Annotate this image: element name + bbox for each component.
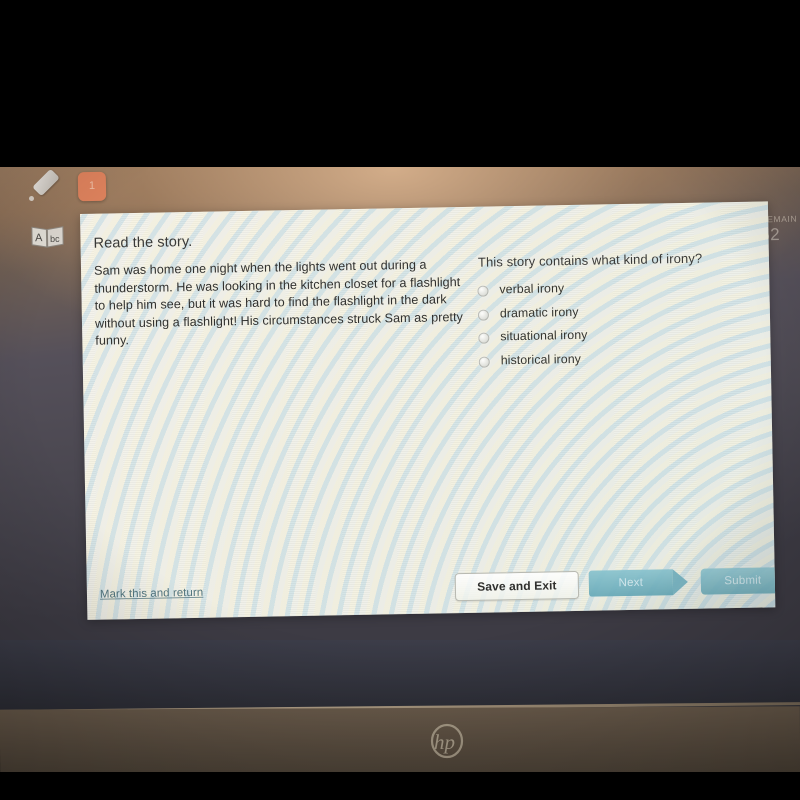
svg-text:hp: hp <box>434 730 455 754</box>
submit-button[interactable]: Submit <box>700 567 776 595</box>
question-number-badge[interactable]: 1 <box>77 171 107 202</box>
highlighter-tip-icon <box>28 195 35 202</box>
letterbox-top <box>0 0 800 167</box>
story-passage: Sam was home one night when the lights w… <box>93 257 464 349</box>
dictionary-book-icon[interactable]: A bc <box>31 223 64 249</box>
question-card: Read the story. Sam was home one night w… <box>80 201 776 620</box>
answer-option-label: situational irony <box>500 327 588 344</box>
next-button[interactable]: Next <box>588 569 674 597</box>
answer-options-group: verbal irony dramatic irony situational … <box>477 277 759 376</box>
svg-text:A: A <box>35 232 43 244</box>
radio-button-icon[interactable] <box>477 285 489 297</box>
radio-button-icon[interactable] <box>478 356 490 368</box>
radio-button-icon[interactable] <box>477 309 490 321</box>
letterbox-bottom <box>0 772 800 800</box>
question-prompt: This story contains what kind of irony? <box>477 250 703 270</box>
page-title: Read the story. <box>93 233 193 252</box>
radio-button-icon[interactable] <box>478 332 490 344</box>
laptop-palmrest <box>0 706 800 782</box>
answer-option-label: historical irony <box>500 351 582 367</box>
mark-this-and-return-link[interactable]: Mark this and return <box>100 587 203 601</box>
next-arrow-icon[interactable] <box>672 568 689 596</box>
save-and-exit-button[interactable]: Save and Exit <box>454 570 580 602</box>
svg-text:bc: bc <box>50 234 60 244</box>
photograph-of-laptop-screen: 1 A bc TIME REMAIN 59:52 Read the story.… <box>0 0 800 800</box>
answer-option-3[interactable]: historical irony <box>478 347 759 376</box>
answer-option-label: verbal irony <box>499 281 565 297</box>
hp-logo-icon: hp <box>424 718 470 764</box>
answer-option-label: dramatic irony <box>499 304 579 320</box>
